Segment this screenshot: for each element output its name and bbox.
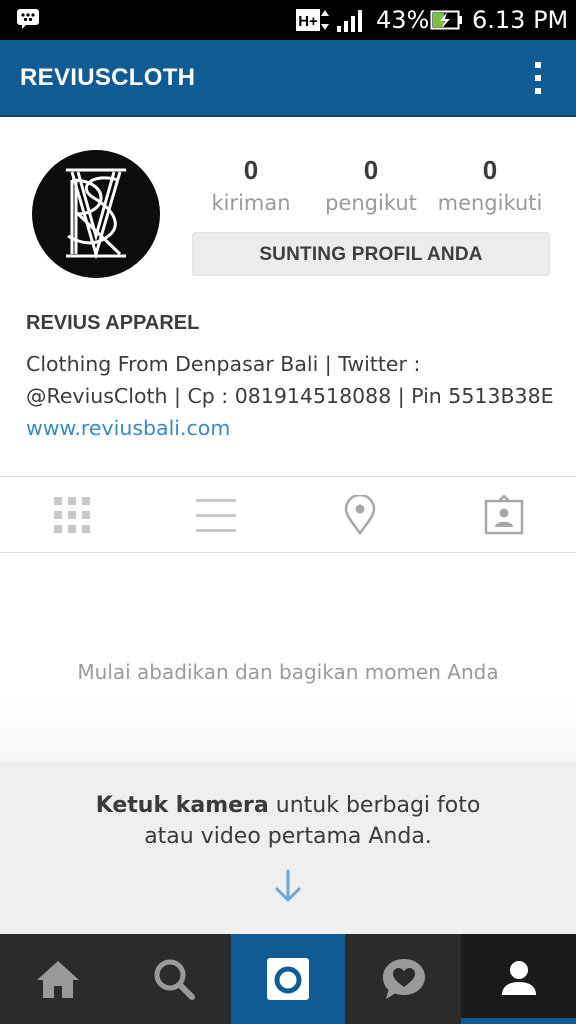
- bbm-icon: [16, 8, 40, 35]
- followers-count: 0: [363, 155, 379, 185]
- camera-hint-panel: Ketuk kamera untuk berbagi foto atau vid…: [0, 762, 576, 934]
- camera-hint-rest: untuk berbagi foto: [268, 793, 481, 818]
- following-count: 0: [482, 155, 498, 185]
- nav-home[interactable]: [0, 934, 115, 1024]
- tab-grid-view[interactable]: [0, 478, 144, 552]
- active-tab-indicator: [461, 1018, 576, 1024]
- stat-following[interactable]: 0 mengikuti: [430, 155, 550, 215]
- battery-percentage: 43%: [376, 6, 430, 34]
- avatar[interactable]: [32, 150, 160, 278]
- bottom-navigation: [0, 934, 576, 1024]
- signal-icon: [336, 10, 364, 37]
- profile-bio: Clothing From Denpasar Bali | Twitter : …: [26, 352, 554, 408]
- list-icon: [196, 499, 236, 532]
- camera-hint-line2: atau video pertama Anda.: [144, 824, 432, 849]
- tab-tagged-view[interactable]: [432, 478, 576, 552]
- search-icon: [154, 959, 195, 1000]
- profile-icon: [501, 961, 536, 995]
- posts-label: kiriman: [211, 191, 291, 215]
- stat-posts[interactable]: 0 kiriman: [191, 155, 311, 215]
- revius-monogram-logo: [66, 168, 126, 260]
- battery-charging-icon: [430, 8, 464, 37]
- arrow-down-icon: [272, 868, 304, 909]
- camera-hint-text: Ketuk kamera untuk berbagi foto atau vid…: [0, 790, 576, 852]
- empty-state-message: Mulai abadikan dan bagikan momen Anda: [77, 660, 499, 684]
- edit-profile-button[interactable]: SUNTING PROFIL ANDA: [192, 232, 550, 276]
- svg-text:H+: H+: [298, 13, 318, 30]
- status-bar: H+ 43% 6.13 PM: [0, 0, 576, 40]
- divider: [0, 552, 576, 553]
- hplus-data-icon: H+: [296, 8, 332, 37]
- clock: 6.13 PM: [472, 6, 569, 34]
- nav-camera[interactable]: [231, 934, 345, 1024]
- camera-hint-bold: Ketuk kamera: [95, 793, 269, 818]
- camera-icon: [267, 958, 309, 1000]
- posts-count: 0: [243, 155, 259, 185]
- activity-heart-icon: [382, 959, 425, 999]
- nav-profile[interactable]: [461, 934, 576, 1024]
- home-icon: [36, 961, 79, 998]
- tagged-photo-icon: [484, 495, 524, 535]
- nav-search[interactable]: [116, 934, 231, 1024]
- username-title: REVIUSCLOTH: [20, 64, 196, 91]
- profile-full-name: REVIUS APPAREL: [26, 312, 200, 334]
- fade-gradient: [0, 700, 576, 762]
- following-label: mengikuti: [437, 191, 543, 215]
- nav-activity[interactable]: [346, 934, 461, 1024]
- stat-followers[interactable]: 0 pengikut: [311, 155, 431, 215]
- tab-list-view[interactable]: [144, 478, 288, 552]
- grid-icon: [54, 497, 90, 533]
- map-pin-icon: [344, 495, 376, 535]
- followers-label: pengikut: [325, 191, 417, 215]
- divider: [0, 476, 576, 477]
- tab-map-view[interactable]: [288, 478, 432, 552]
- action-bar: REVIUSCLOTH: [0, 40, 576, 117]
- overflow-menu-icon[interactable]: [520, 58, 556, 98]
- profile-website-link[interactable]: www.reviusbali.com: [26, 416, 230, 440]
